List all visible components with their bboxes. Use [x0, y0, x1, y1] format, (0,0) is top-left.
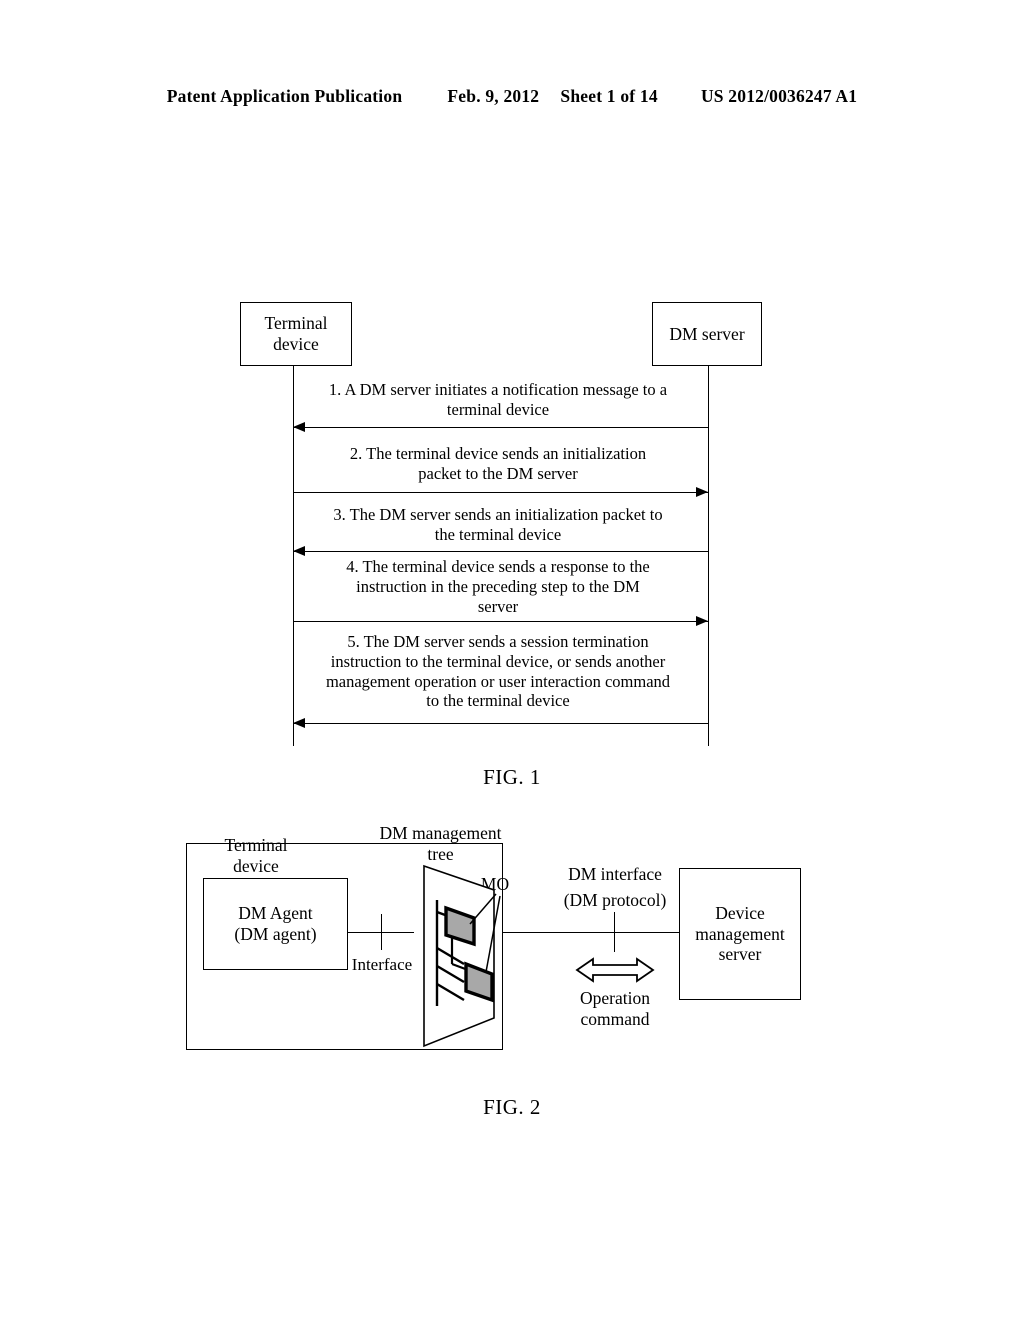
dm-management-tree-label: DM management tree [379, 823, 502, 864]
actor-label-dm-server: DM server [669, 323, 745, 344]
message-arrowhead-5 [293, 718, 305, 728]
header-date: Feb. 9, 2012 [447, 86, 540, 106]
figure-1-caption: FIG. 1 [483, 765, 541, 789]
dm-agent-box: DM Agent (DM agent) [203, 878, 348, 970]
message-arrow-line-1 [293, 427, 708, 428]
message-text-4: 4. The terminal device sends a response … [346, 557, 650, 616]
operation-command-arrow-icon [575, 957, 655, 983]
actor-label-terminal-device: Terminal device [264, 313, 328, 354]
device-management-server-box: Device management server [679, 868, 801, 1000]
device-management-server-label: Device management server [695, 903, 785, 965]
message-arrowhead-2 [696, 487, 708, 497]
dm-agent-label: DM Agent (DM agent) [234, 903, 317, 944]
operation-command-label: Operation command [580, 988, 650, 1029]
message-text-3: 3. The DM server sends an initialization… [333, 505, 663, 544]
message-arrowhead-3 [293, 546, 305, 556]
message-text-5: 5. The DM server sends a session termina… [325, 632, 671, 711]
lifeline-dm-server [708, 366, 709, 746]
dm-interface-line [503, 932, 680, 933]
dm-interface-tick-mark [614, 912, 615, 952]
message-text-1: 1. A DM server initiates a notification … [328, 380, 668, 419]
header-patent-number: US 2012/0036247 A1 [700, 86, 858, 106]
dm-interface-label: DM interface [568, 864, 662, 884]
actor-box-dm-server: DM server [652, 302, 762, 366]
message-arrow-line-3 [293, 551, 708, 552]
page-header: Patent Application Publication Feb. 9, 2… [0, 86, 1024, 107]
message-arrowhead-4 [696, 616, 708, 626]
dm-management-tree-graphic [423, 864, 501, 1048]
terminal-device-label: Terminal device [224, 835, 288, 876]
message-text-2: 2. The terminal device sends an initiali… [349, 444, 647, 483]
interface-tick-mark [381, 914, 382, 950]
dm-protocol-label: (DM protocol) [563, 890, 667, 910]
message-arrow-line-5 [293, 723, 708, 724]
header-sheet: Sheet 1 of 14 [560, 86, 658, 106]
actor-box-terminal-device: Terminal device [240, 302, 352, 366]
figure-2-caption: FIG. 2 [483, 1095, 541, 1119]
header-publication: Patent Application Publication [166, 86, 403, 106]
message-arrow-line-2 [293, 492, 708, 493]
message-arrow-line-4 [293, 621, 708, 622]
message-arrowhead-1 [293, 422, 305, 432]
